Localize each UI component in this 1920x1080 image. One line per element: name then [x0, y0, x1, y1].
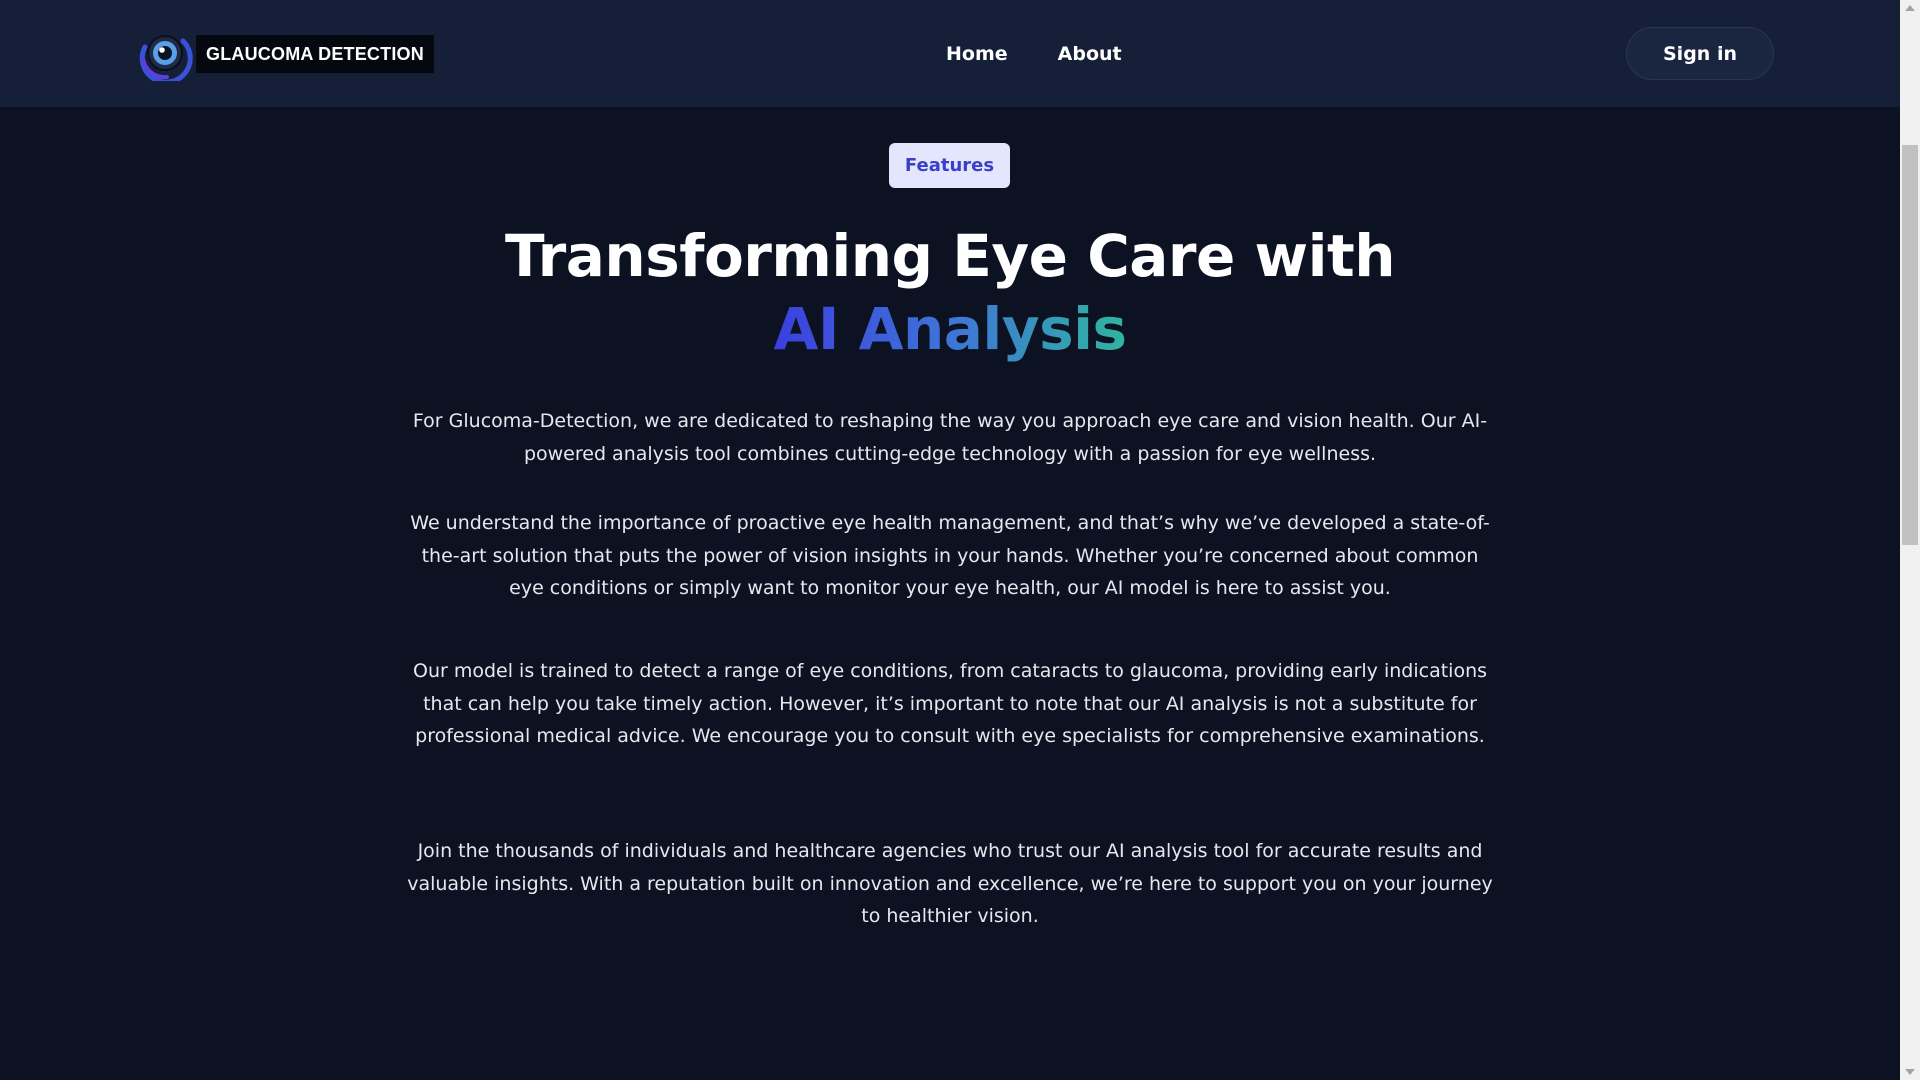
page-title: Transforming Eye Care with AI Analysis: [0, 220, 1900, 366]
nav-link-home[interactable]: Home: [946, 40, 1008, 68]
intro-paragraph: For Glucoma-Detection, we are dedicated …: [412, 410, 1488, 465]
nav-link-about[interactable]: About: [1058, 40, 1122, 68]
title-gradient-text: AI Analysis: [773, 293, 1127, 366]
brand-name: GLAUCOMA DETECTION: [196, 35, 434, 73]
sign-in-button[interactable]: Sign in: [1626, 27, 1774, 80]
vertical-scrollbar[interactable]: [1900, 0, 1920, 1080]
eye-logo-icon: [139, 35, 193, 81]
brand[interactable]: GLAUCOMA DETECTION: [135, 29, 434, 81]
model-paragraph: Our model is trained to detect a range o…: [412, 660, 1488, 747]
scrollbar-thumb[interactable]: [1902, 145, 1918, 545]
mission-paragraph: We understand the importance of proactiv…: [410, 512, 1490, 599]
features-badge: Features: [889, 143, 1010, 188]
page: GLAUCOMA DETECTION Home About Sign in Fe…: [0, 0, 1920, 1080]
title-line-1: Transforming Eye Care with: [504, 222, 1396, 290]
scroll-down-arrow-icon[interactable]: [1905, 1069, 1915, 1075]
navbar: GLAUCOMA DETECTION Home About Sign in: [0, 0, 1900, 107]
trust-paragraph: Join the thousands of individuals and he…: [407, 840, 1493, 927]
main-nav: Home About: [946, 40, 1122, 68]
scroll-up-arrow-icon[interactable]: [1905, 5, 1915, 11]
